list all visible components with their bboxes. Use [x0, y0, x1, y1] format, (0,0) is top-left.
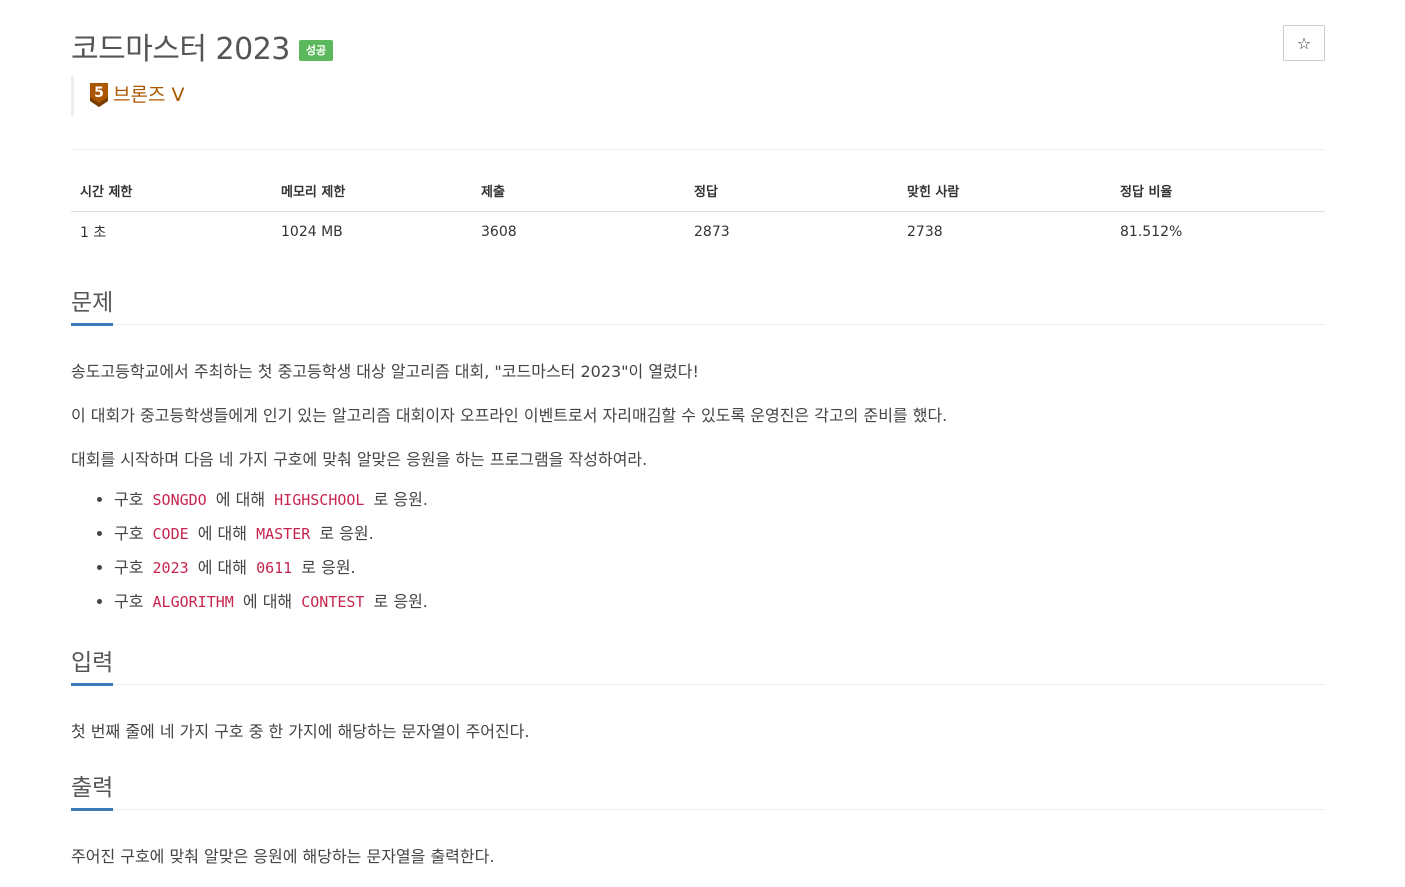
header-solved-users: 맞힌 사람 [898, 172, 1111, 212]
code-snippet: CODE [152, 525, 189, 543]
star-button[interactable]: ☆ [1283, 25, 1325, 61]
problem-title: 코드마스터 2023 [71, 32, 290, 67]
tier-label[interactable]: 브론즈 V [113, 82, 184, 108]
code-snippet: CONTEST [301, 593, 365, 611]
status-badge: 성공 [298, 39, 334, 61]
list-item: 구호 SONGDO 에 대해 HIGHSCHOOL 로 응원. [114, 484, 428, 518]
code-snippet: SONGDO [152, 491, 207, 509]
cheer-list: 구호 SONGDO 에 대해 HIGHSCHOOL 로 응원. 구호 CODE … [71, 484, 428, 620]
header-memory-limit: 메모리 제한 [272, 172, 472, 212]
tier-icon: 5 [90, 83, 108, 107]
problem-paragraph-2: 이 대회가 중고등학생들에게 인기 있는 알고리즘 대회이자 오프라인 이벤트로… [71, 406, 948, 425]
value-solved-users[interactable]: 2738 [898, 212, 1111, 253]
star-icon: ☆ [1296, 33, 1312, 53]
header-time-limit: 시간 제한 [71, 172, 272, 212]
info-value-row: 1 초 1024 MB 3608 2873 2738 81.512% [71, 212, 1325, 253]
value-submissions[interactable]: 3608 [472, 212, 685, 253]
tier-info: 5 브론즈 V [71, 76, 184, 116]
problem-paragraph-1: 송도고등학교에서 주최하는 첫 중고등학생 대상 알고리즘 대회, "코드마스터… [71, 362, 699, 381]
code-snippet: 0611 [256, 559, 293, 577]
divider [71, 149, 1325, 150]
info-header-row: 시간 제한 메모리 제한 제출 정답 맞힌 사람 정답 비율 [71, 172, 1325, 212]
code-snippet: 2023 [152, 559, 189, 577]
code-snippet: MASTER [256, 525, 311, 543]
input-description: 첫 번째 줄에 네 가지 구호 중 한 가지에 해당하는 문자열이 주어진다. [71, 722, 530, 741]
list-item: 구호 ALGORITHM 에 대해 CONTEST 로 응원. [114, 586, 428, 620]
header-submissions: 제출 [472, 172, 685, 212]
value-accepted: 2873 [694, 224, 730, 240]
problem-section-heading: 문제 [71, 285, 1325, 326]
list-item: 구호 2023 에 대해 0611 로 응원. [114, 552, 428, 586]
value-time-limit: 1 초 [80, 225, 107, 241]
output-section-heading: 출력 [71, 770, 1325, 811]
header-accept-ratio: 정답 비율 [1111, 172, 1325, 212]
code-snippet: ALGORITHM [152, 593, 234, 611]
value-memory-limit: 1024 MB [281, 224, 343, 240]
list-item: 구호 CODE 에 대해 MASTER 로 응원. [114, 518, 428, 552]
tier-icon-number: 5 [94, 85, 104, 101]
input-section-heading: 입력 [71, 645, 1325, 686]
problem-info-table: 시간 제한 메모리 제한 제출 정답 맞힌 사람 정답 비율 1 초 1024 … [71, 172, 1325, 252]
value-accept-ratio: 81.512% [1120, 224, 1183, 240]
header-accepted: 정답 [685, 172, 898, 212]
problem-paragraph-3: 대회를 시작하며 다음 네 가지 구호에 맞춰 알맞은 응원을 하는 프로그램을… [71, 450, 648, 469]
code-snippet: HIGHSCHOOL [274, 491, 365, 509]
output-description: 주어진 구호에 맞춰 알맞은 응원에 해당하는 문자열을 출력한다. [71, 847, 495, 866]
output-heading-text: 출력 [71, 777, 114, 811]
input-heading-text: 입력 [71, 652, 114, 686]
problem-heading-text: 문제 [71, 292, 114, 326]
title-row: 코드마스터 2023 성공 [71, 24, 334, 68]
